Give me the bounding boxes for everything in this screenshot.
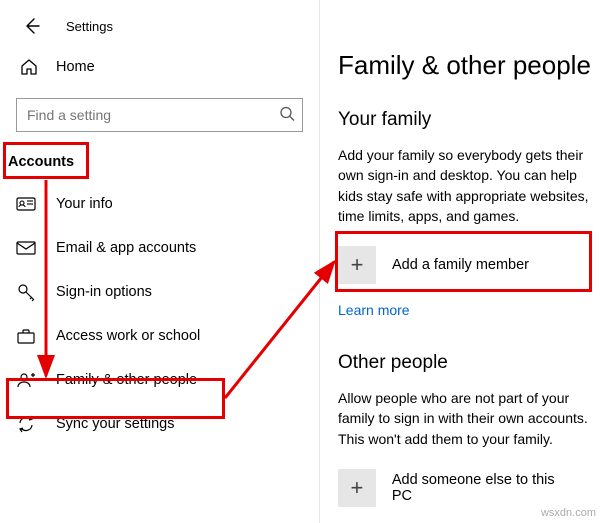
people-add-icon [16, 370, 36, 390]
sidebar-item-label: Your info [56, 196, 113, 212]
family-description: Add your family so everybody gets their … [338, 145, 600, 226]
nav-home[interactable]: Home [0, 46, 319, 88]
add-family-label: Add a family member [392, 257, 529, 273]
other-description: Allow people who are not part of your fa… [338, 388, 600, 449]
sidebar-item-label: Sync your settings [56, 416, 174, 432]
sidebar-item-your-info[interactable]: Your info [0, 182, 319, 226]
sync-icon [16, 414, 36, 434]
home-icon [20, 58, 38, 76]
add-other-label: Add someone else to this PC [392, 472, 578, 504]
search-wrap [16, 98, 303, 132]
sidebar-heading: Accounts [0, 146, 319, 182]
sidebar-item-family[interactable]: Family & other people [0, 358, 319, 402]
sidebar-item-sync[interactable]: Sync your settings [0, 402, 319, 446]
sidebar-item-label: Access work or school [56, 328, 200, 344]
plus-icon: + [338, 246, 376, 284]
nav-home-label: Home [56, 59, 95, 75]
learn-more-link[interactable]: Learn more [338, 302, 410, 318]
page-title: Family & other people [338, 50, 600, 81]
add-family-member-button[interactable]: + Add a family member [338, 242, 578, 288]
plus-icon: + [338, 469, 376, 507]
back-arrow-icon [22, 16, 42, 36]
family-heading: Your family [338, 109, 600, 131]
id-card-icon [16, 194, 36, 214]
sidebar: Settings Home Accounts Your info [0, 0, 320, 523]
back-button[interactable] [20, 14, 44, 38]
sidebar-item-signin[interactable]: Sign-in options [0, 270, 319, 314]
sidebar-item-label: Family & other people [56, 372, 197, 388]
main-panel: Family & other people Your family Add yo… [320, 0, 600, 523]
mail-icon [16, 238, 36, 258]
other-heading: Other people [338, 352, 600, 374]
sidebar-item-label: Email & app accounts [56, 240, 196, 256]
sidebar-subnav: Your info Email & app accounts Sign-in o… [0, 182, 319, 446]
app-title: Settings [66, 19, 113, 34]
sidebar-item-label: Sign-in options [56, 284, 152, 300]
key-icon [16, 282, 36, 302]
sidebar-item-work[interactable]: Access work or school [0, 314, 319, 358]
search-input[interactable] [16, 98, 303, 132]
add-other-user-button[interactable]: + Add someone else to this PC [338, 465, 578, 511]
header-row: Settings [0, 10, 319, 46]
watermark: wsxdn.com [541, 507, 596, 519]
sidebar-item-email[interactable]: Email & app accounts [0, 226, 319, 270]
briefcase-icon [16, 326, 36, 346]
